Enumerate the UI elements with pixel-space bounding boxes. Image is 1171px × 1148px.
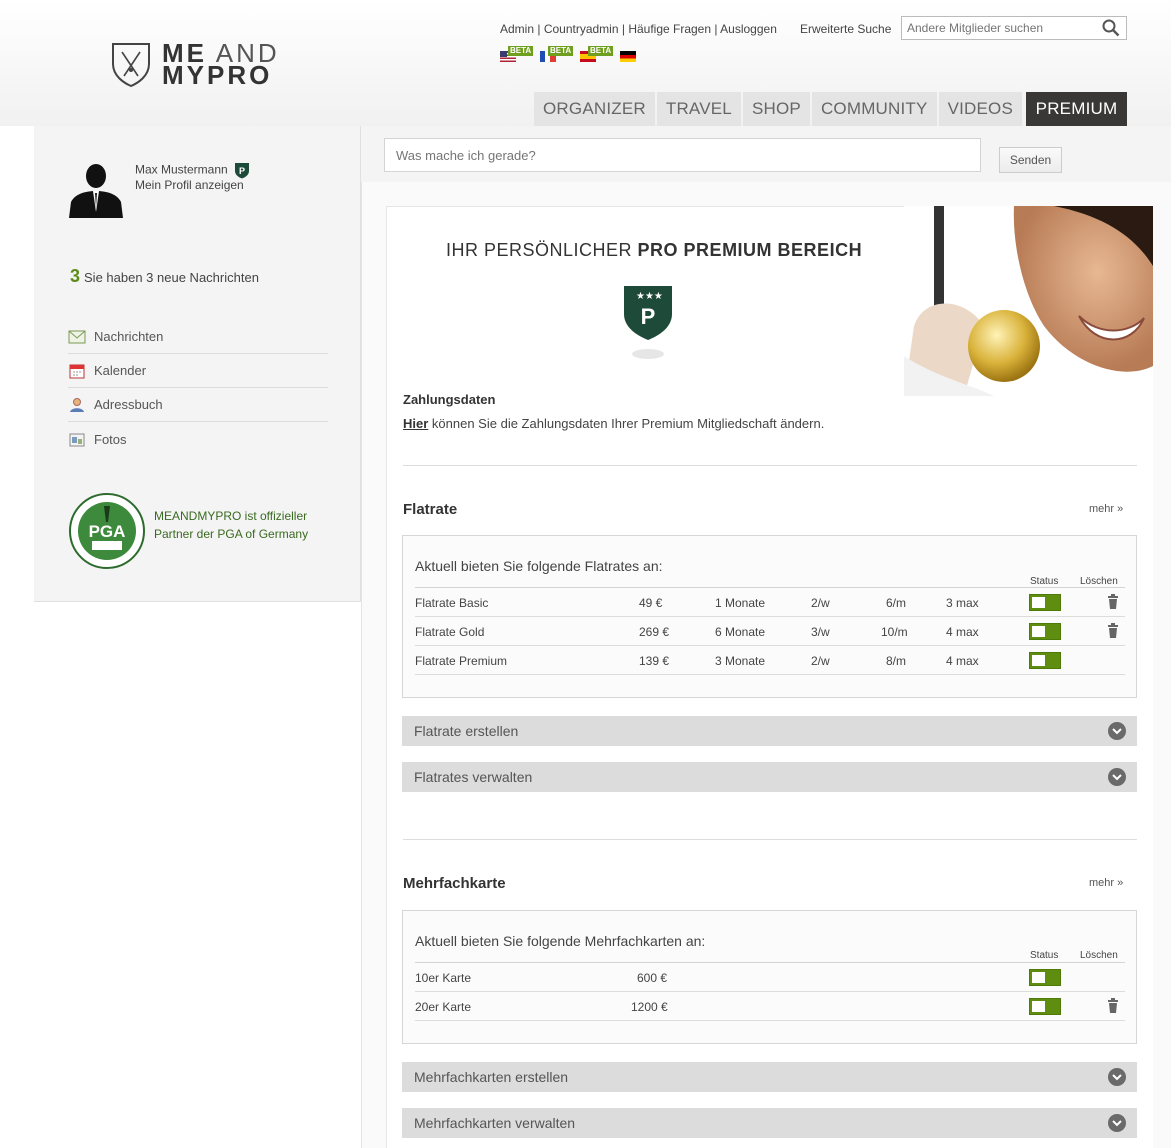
golfer-image-icon — [904, 206, 1153, 396]
flag-es[interactable]: BETA — [580, 46, 616, 62]
member-search — [901, 16, 1127, 40]
status-column-header: Status — [1030, 576, 1059, 587]
view-profile-link[interactable]: Mein Profil anzeigen — [135, 178, 244, 192]
svg-text:P: P — [641, 304, 656, 329]
sidebar-item-addressbook[interactable]: Adressbuch — [68, 388, 328, 422]
logo[interactable]: ME AND MYPRO — [110, 40, 280, 88]
logout-link[interactable]: Ausloggen — [720, 22, 777, 36]
sidebar-item-photos[interactable]: Fotos — [68, 422, 328, 456]
flatrate-heading: Aktuell bieten Sie folgende Flatrates an… — [415, 558, 663, 574]
flag-fr[interactable]: BETA — [540, 46, 576, 62]
send-button[interactable]: Senden — [999, 147, 1062, 173]
payment-link[interactable]: Hier — [403, 416, 428, 431]
chevron-down-icon — [1108, 768, 1126, 786]
search-icon[interactable] — [1102, 19, 1120, 37]
table-row: Flatrate Basic 49 € 1 Monate 2/w 6/m 3 m… — [415, 588, 1125, 617]
multicard-table: Aktuell bieten Sie folgende Mehrfachkart… — [402, 910, 1137, 1044]
status-toggle[interactable] — [1029, 623, 1061, 640]
trash-icon[interactable] — [1107, 623, 1119, 638]
top-links: Admin | Countryadmin | Häufige Fragen | … — [500, 22, 777, 36]
calendar-icon — [69, 364, 85, 378]
pro-badge-icon: P — [235, 163, 250, 179]
table-row: 20er Karte 1200 € — [415, 992, 1125, 1021]
status-toggle[interactable] — [1029, 652, 1061, 669]
tab-travel[interactable]: TRAVEL — [656, 92, 741, 126]
delete-column-header: Löschen — [1080, 576, 1118, 587]
sidebar-item-messages[interactable]: Nachrichten — [68, 320, 328, 354]
delete-column-header: Löschen — [1080, 950, 1118, 961]
avatar[interactable] — [67, 160, 125, 218]
status-column-header: Status — [1030, 950, 1059, 961]
golf-shield-logo-icon — [112, 43, 150, 88]
payment-title: Zahlungsdaten — [403, 392, 496, 407]
table-row: Flatrate Premium 139 € 3 Monate 2/w 8/m … — [415, 646, 1125, 675]
page-title: IHR PERSÖNLICHER PRO PREMIUM BEREICH — [446, 240, 863, 260]
svg-text:P: P — [239, 166, 245, 176]
pga-partner-seal-icon[interactable]: PGA — [68, 492, 146, 570]
status-toggle[interactable] — [1029, 594, 1061, 611]
flatrate-more-link[interactable]: mehr » — [1089, 503, 1123, 515]
sidebar: Max Mustermann P Mein Profil anzeigen 3S… — [34, 126, 361, 602]
flatrate-rows: Flatrate Basic 49 € 1 Monate 2/w 6/m 3 m… — [415, 587, 1125, 675]
hero-golfer-photo — [904, 206, 1153, 396]
multicard-heading: Aktuell bieten Sie folgende Mehrfachkart… — [415, 933, 706, 949]
status-input[interactable] — [384, 138, 981, 172]
multicard-manage-accordion[interactable]: Mehrfachkarten verwalten — [402, 1108, 1137, 1138]
countryadmin-link[interactable]: Countryadmin — [544, 22, 619, 36]
chevron-down-icon — [1108, 722, 1126, 740]
payment-text: Hier können Sie die Zahlungsdaten Ihrer … — [403, 416, 825, 431]
photo-icon — [69, 433, 85, 447]
flatrate-manage-accordion[interactable]: Flatrates verwalten — [402, 762, 1137, 792]
member-search-input[interactable] — [902, 17, 1092, 39]
table-row: 10er Karte 600 € — [415, 963, 1125, 992]
language-flags: BETA BETA BETA — [500, 46, 638, 62]
multicard-more-link[interactable]: mehr » — [1089, 877, 1123, 889]
pga-partner-text: MEANDMYPRO ist offizieller Partner der P… — [154, 509, 309, 541]
flag-de[interactable] — [620, 46, 638, 62]
sidebar-menu: Nachrichten Kalender Adressbuch Fotos — [68, 320, 328, 456]
tab-videos[interactable]: VIDEOS — [938, 92, 1023, 126]
chevron-down-icon — [1108, 1114, 1126, 1132]
divider — [403, 839, 1137, 840]
multicard-create-accordion[interactable]: Mehrfachkarten erstellen — [402, 1062, 1137, 1092]
flatrate-title: Flatrate — [403, 501, 458, 518]
divider — [403, 465, 1137, 466]
contact-icon — [70, 397, 84, 412]
tab-shop[interactable]: SHOP — [742, 92, 810, 126]
flatrate-create-accordion[interactable]: Flatrate erstellen — [402, 716, 1137, 746]
new-messages-count: 3 — [70, 266, 81, 286]
trash-icon[interactable] — [1107, 998, 1119, 1013]
flag-us[interactable]: BETA — [500, 46, 536, 62]
flatrate-table: Aktuell bieten Sie folgende Flatrates an… — [402, 535, 1137, 698]
advanced-search-link[interactable]: Erweiterte Suche — [800, 22, 891, 36]
svg-text:★★★: ★★★ — [636, 291, 663, 302]
svg-text:PGA: PGA — [89, 522, 126, 541]
status-toggle[interactable] — [1029, 998, 1061, 1015]
tab-premium[interactable]: PREMIUM — [1026, 92, 1127, 126]
profile-name[interactable]: Max Mustermann — [135, 163, 228, 177]
chevron-down-icon — [1108, 1068, 1126, 1086]
new-messages-notice[interactable]: 3 Sie haben 3 neue Nachrichten — [70, 266, 259, 287]
tab-community[interactable]: COMMUNITY — [811, 92, 937, 126]
faq-link[interactable]: Häufige Fragen — [628, 22, 711, 36]
premium-shield-icon: ★★★ P — [624, 286, 672, 359]
status-toggle[interactable] — [1029, 969, 1061, 986]
trash-icon[interactable] — [1107, 594, 1119, 609]
main-navigation: ORGANIZER TRAVEL SHOP COMMUNITY VIDEOS P… — [534, 92, 1127, 126]
multicard-rows: 10er Karte 600 € 20er Karte 1200 € — [415, 962, 1125, 1021]
table-row: Flatrate Gold 269 € 6 Monate 3/w 10/m 4 … — [415, 617, 1125, 646]
logo-text: ME AND MYPRO — [162, 38, 280, 90]
de-flag-icon — [620, 51, 636, 62]
sidebar-item-calendar[interactable]: Kalender — [68, 354, 328, 388]
admin-link[interactable]: Admin — [500, 22, 534, 36]
tab-organizer[interactable]: ORGANIZER — [534, 92, 655, 126]
envelope-icon — [68, 330, 86, 343]
multicard-title: Mehrfachkarte — [403, 875, 506, 892]
